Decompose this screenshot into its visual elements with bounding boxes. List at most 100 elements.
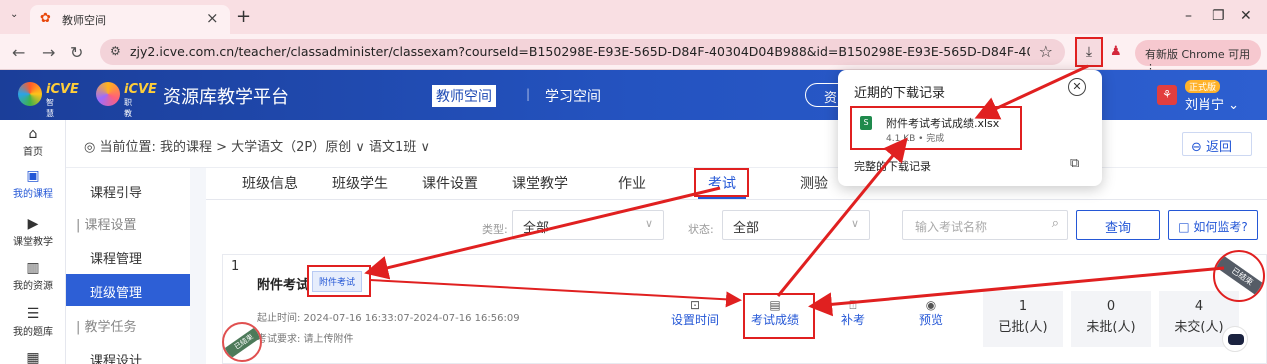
rail-item-question-bank[interactable]: ☰ 我的题库 — [0, 306, 66, 338]
tab-title: 教师空间 — [62, 14, 106, 27]
breadcrumb-text[interactable]: 当前位置: 我的课程 > 大学语文（2P）原创 ∨ 语文1班 ∨ — [99, 140, 429, 155]
exam-tag: 附件考试 — [312, 271, 363, 292]
makeup-exam-button[interactable]: ⍐ 补考 — [841, 299, 865, 328]
action-label: 预览 — [919, 313, 944, 327]
rail-item-my-courses[interactable]: ▣ 我的课程 — [0, 168, 66, 200]
action-label: 考试成绩 — [751, 313, 800, 327]
stat-label: 已批(人) — [998, 320, 1048, 335]
graded-count[interactable]: 1 已批(人) — [983, 291, 1063, 347]
assistant-robot-icon[interactable] — [1222, 326, 1248, 352]
reload-icon[interactable]: ↻ — [70, 43, 83, 62]
corner-ribbon-text: 已结束 — [224, 324, 260, 360]
stat-label: 未批(人) — [1086, 320, 1136, 335]
query-button[interactable]: 查询 — [1076, 210, 1160, 240]
stat-number: 4 — [1194, 299, 1204, 314]
new-tab-icon[interactable]: + — [236, 6, 251, 27]
forward-icon[interactable]: → — [42, 43, 55, 62]
sidebar-group-course-settings: | 课程设置 — [76, 218, 137, 233]
logo1-text: iCVE — [46, 82, 79, 97]
makeup-icon: ⍐ — [849, 298, 857, 312]
rail-item-class-teaching[interactable]: ▶ 课堂教学 — [0, 216, 66, 248]
back-icon[interactable]: ← — [12, 43, 25, 62]
nav-teacher-space[interactable]: 教师空间 — [432, 85, 496, 107]
avatar[interactable]: ⚘ — [1157, 85, 1177, 105]
play-icon: ▶ — [27, 216, 39, 232]
rail-item-home[interactable]: ⌂ 首页 — [0, 126, 66, 158]
report-icon: ▤ — [769, 298, 781, 312]
question-bank-icon: ☰ — [26, 306, 40, 322]
logo1-mark-icon — [18, 82, 42, 106]
url-text[interactable]: zjy2.icve.com.cn/teacher/classadminister… — [130, 44, 1030, 59]
tab-class-students[interactable]: 班级学生 — [332, 173, 388, 193]
type-label: 类型: — [482, 223, 508, 236]
download-file-name[interactable]: 附件考试考试成绩.xlsx — [886, 115, 999, 131]
sidebar-item-class-management[interactable]: 班级管理 — [66, 274, 190, 306]
ended-ribbon-text: 已结束 — [1215, 252, 1263, 300]
nav-separator: | — [526, 87, 531, 101]
status-label: 状态: — [688, 223, 714, 236]
tab-class-info[interactable]: 班级信息 — [242, 173, 298, 193]
user-name[interactable]: 刘肖宁 ⌄ — [1185, 94, 1239, 113]
tab-homework[interactable]: 作业 — [618, 173, 646, 193]
back-button[interactable]: ⊖ 返回 — [1182, 132, 1252, 156]
preview-button[interactable]: ◉ 预览 — [919, 299, 943, 328]
chrome-update-button[interactable]: 有新版 Chrome 可用 ⋮ — [1135, 40, 1261, 75]
corner-ribbon: 已结束 — [222, 322, 262, 362]
chevron-down-icon: ∨ — [644, 217, 653, 230]
action-label: 补考 — [841, 313, 866, 327]
download-file-meta: 4.1 KB • 完成 — [886, 134, 945, 144]
bookmark-star-icon[interactable]: ☆ — [1039, 42, 1053, 61]
browser-tab-bar: ⌄ ✿ 教师空间 × + – ❐ ✕ — [0, 0, 1267, 34]
site-info-icon[interactable]: ⚙ — [110, 44, 121, 58]
stat-number: 0 — [1106, 299, 1116, 314]
tab-search-icon[interactable]: ⌄ — [10, 9, 18, 20]
ungraded-count[interactable]: 0 未批(人) — [1071, 291, 1151, 347]
close-window-icon[interactable]: ✕ — [1240, 8, 1252, 24]
eye-icon: ◉ — [925, 298, 937, 312]
chevron-down-icon: ∨ — [850, 217, 859, 230]
exam-index: 1 — [231, 259, 240, 274]
download-icon[interactable]: ⤓ — [1075, 37, 1103, 67]
full-download-history-link[interactable]: 完整的下载记录 — [854, 158, 931, 174]
rail-label: 我的课程 — [13, 189, 53, 200]
search-placeholder: 输入考试名称 — [915, 220, 988, 234]
profile-icon[interactable]: ♟ — [1110, 45, 1124, 59]
close-tab-icon[interactable]: × — [206, 9, 219, 27]
sidebar-item-course-design[interactable]: 课程设计 — [66, 342, 190, 364]
sidebar-item-course-guide[interactable]: 课程引导 — [66, 174, 190, 206]
sidebar-item-course-management[interactable]: 课程管理 — [66, 240, 190, 272]
exam-score-button[interactable]: ▤ 考试成绩 — [751, 299, 799, 328]
how-to-proctor-button[interactable]: □ 如何监考? — [1168, 210, 1258, 240]
search-icon[interactable]: ⌕ — [1052, 216, 1059, 231]
main-content: 班级信息 班级学生 课件设置 课堂教学 作业 考试 测验 类型: 全部 ∨ 状态… — [206, 168, 1267, 364]
nav-study-space[interactable]: 学习空间 — [545, 86, 601, 106]
tab-courseware-settings[interactable]: 课件设置 — [422, 173, 478, 193]
omnibox[interactable]: ⚙ zjy2.icve.com.cn/teacher/classadminist… — [100, 39, 1065, 65]
close-icon[interactable]: ✕ — [1068, 78, 1086, 96]
exam-search-input[interactable]: 输入考试名称 ⌕ — [902, 210, 1068, 240]
location-icon: ◎ — [84, 140, 100, 155]
logo2-text: iCVE — [124, 82, 157, 97]
download-popup-title: 近期的下载记录 — [854, 86, 946, 101]
download-popup: 近期的下载记录 ✕ S 附件考试考试成绩.xlsx 4.1 KB • 完成 完整… — [838, 70, 1102, 186]
breadcrumb[interactable]: ◎ 当前位置: 我的课程 > 大学语文（2P）原创 ∨ 语文1班 ∨ — [84, 136, 430, 155]
minimize-icon[interactable]: – — [1185, 8, 1192, 24]
set-time-button[interactable]: ⊡ 设置时间 — [671, 299, 719, 328]
open-external-icon[interactable]: ⧉ — [1070, 156, 1079, 171]
restore-icon[interactable]: ❐ — [1212, 8, 1225, 24]
rail-item-more[interactable]: ▦ — [0, 350, 66, 364]
exam-requirement: 考试要求: 请上传附件 — [257, 334, 354, 345]
rail-item-my-resources[interactable]: ▥ 我的资源 — [0, 260, 66, 292]
browser-tab[interactable]: ✿ 教师空间 × — [30, 5, 230, 34]
status-select[interactable]: 全部 ∨ — [722, 210, 870, 240]
rail-label: 我的资源 — [13, 281, 53, 292]
tab-quiz[interactable]: 测验 — [800, 173, 828, 193]
tab-class-teaching[interactable]: 课堂教学 — [512, 173, 568, 193]
type-select-value: 全部 — [523, 221, 550, 236]
type-select[interactable]: 全部 ∨ — [512, 210, 664, 240]
favicon-icon: ✿ — [40, 11, 51, 26]
library-icon: ▥ — [26, 260, 40, 276]
tab-exam[interactable]: 考试 — [708, 173, 736, 193]
home-icon: ⌂ — [28, 126, 38, 142]
logo2-mark-icon — [96, 82, 120, 106]
